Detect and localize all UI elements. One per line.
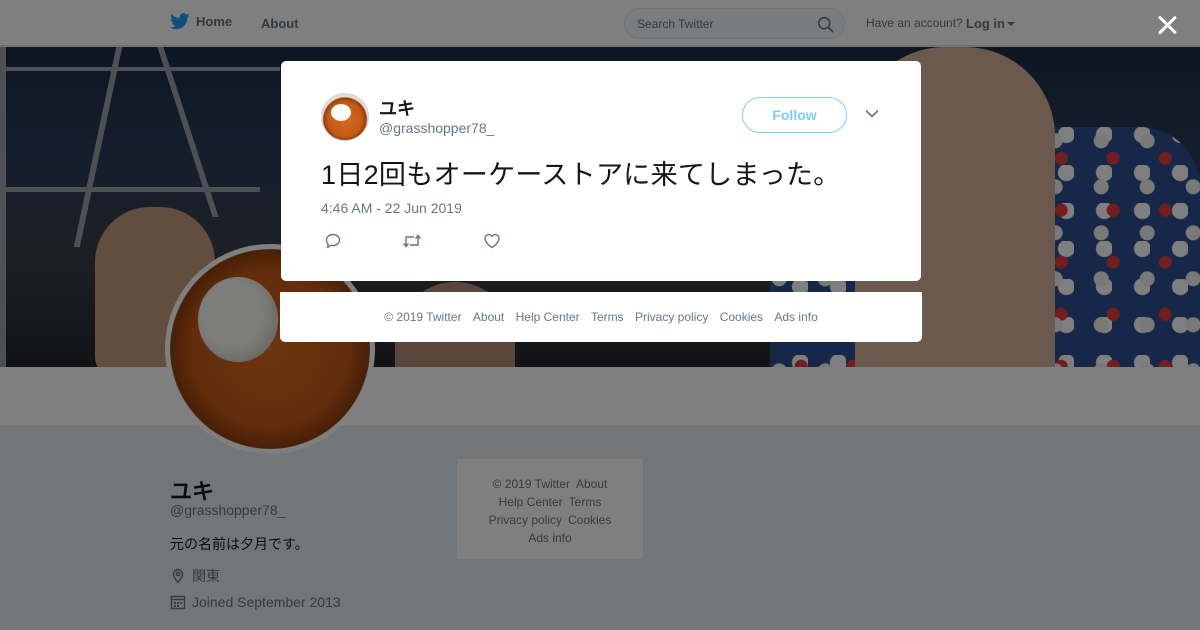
tweet-timestamp[interactable]: 4:46 AM - 22 Jun 2019 bbox=[321, 200, 462, 216]
footer-terms-link[interactable]: Terms bbox=[591, 310, 624, 324]
footer-help-link[interactable]: Help Center bbox=[516, 310, 580, 324]
tweet-author-handle[interactable]: @grasshopper78_ bbox=[379, 120, 494, 136]
reply-icon[interactable] bbox=[324, 232, 342, 250]
close-icon[interactable] bbox=[1154, 12, 1180, 38]
tweet-modal: ユキ @grasshopper78_ Follow 1日2回もオーケーストアに来… bbox=[281, 61, 921, 281]
chevron-down-icon[interactable] bbox=[865, 109, 879, 119]
modal-footer: © 2019 Twitter About Help Center Terms P… bbox=[280, 292, 922, 342]
tweet-author-avatar[interactable] bbox=[321, 93, 369, 141]
retweet-icon[interactable] bbox=[402, 232, 422, 250]
footer-cookies-link[interactable]: Cookies bbox=[720, 310, 763, 324]
like-icon[interactable] bbox=[483, 232, 501, 250]
tweet-text: 1日2回もオーケーストアに来てしまった。 bbox=[321, 160, 841, 190]
follow-button[interactable]: Follow bbox=[742, 97, 847, 133]
footer-about-link[interactable]: About bbox=[473, 310, 504, 324]
footer-copyright: © 2019 Twitter bbox=[384, 310, 462, 324]
tweet-author-name[interactable]: ユキ bbox=[379, 95, 415, 121]
footer-ads-link[interactable]: Ads info bbox=[774, 310, 817, 324]
footer-privacy-link[interactable]: Privacy policy bbox=[635, 310, 708, 324]
